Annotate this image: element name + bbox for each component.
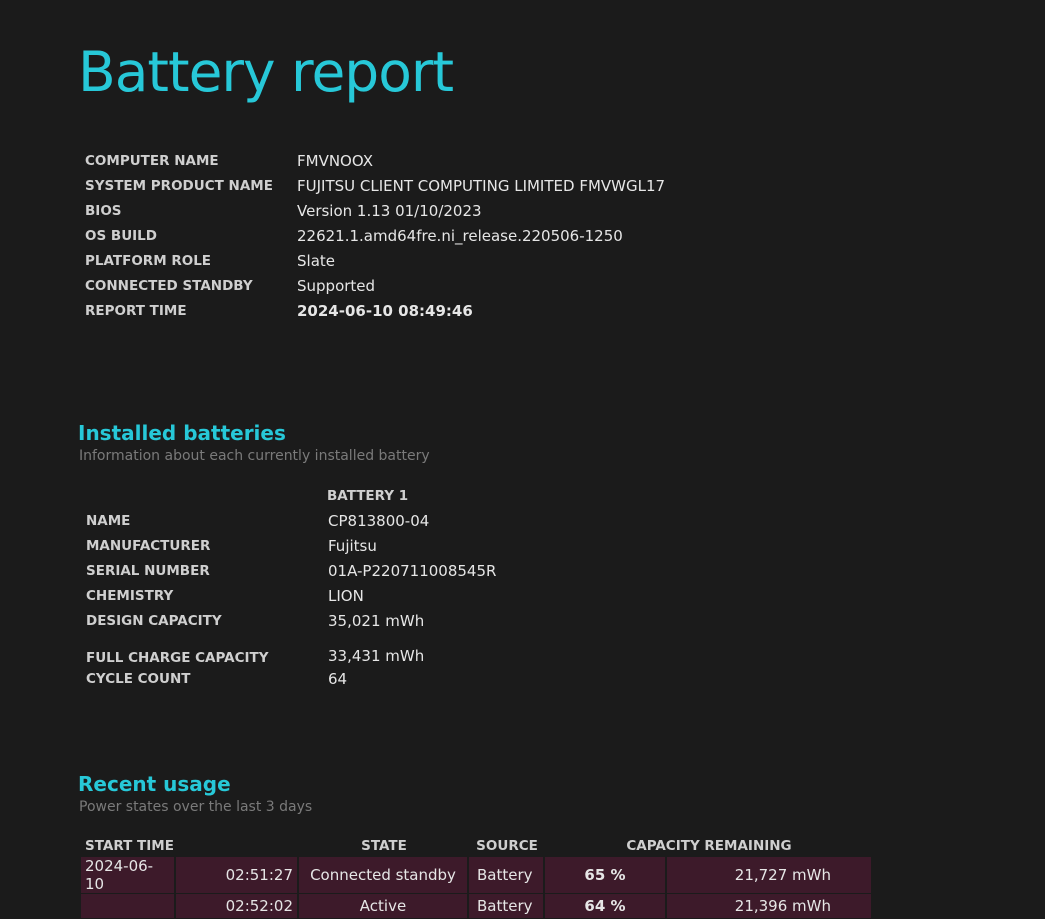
recent-usage-heading: Recent usage — [78, 772, 231, 796]
battery-table-corner — [86, 483, 327, 508]
battery-label: CHEMISTRY — [86, 587, 174, 604]
recent-usage-table: START TIME STATE SOURCE CAPACITY REMAINI… — [81, 835, 873, 919]
battery-column-header: BATTERY 1 — [327, 487, 409, 504]
system-info-value: Slate — [297, 251, 335, 270]
usage-percent: 64 % — [545, 894, 667, 919]
battery-row: MANUFACTURER Fujitsu — [86, 533, 497, 558]
usage-source: Battery — [469, 857, 545, 894]
battery-value: 64 — [328, 669, 348, 688]
system-info-row: SYSTEM PRODUCT NAME FUJITSU CLIENT COMPU… — [85, 173, 666, 198]
battery-value: CP813800-04 — [328, 511, 430, 530]
system-info-label: SYSTEM PRODUCT NAME — [85, 177, 273, 194]
battery-value: 33,431 mWh — [328, 647, 425, 665]
state-header: STATE — [361, 838, 407, 854]
report-time-value: 2024-06-10 08:49:46 — [297, 301, 473, 320]
battery-row: FULL CHARGE CAPACITY 33,431 mWh — [86, 633, 497, 666]
usage-state: Connected standby — [299, 857, 469, 894]
installed-batteries-table: BATTERY 1 NAME CP813800-04 MANUFACTURER … — [86, 483, 497, 691]
table-row: 02:52:02 Active Battery 64 % 21,396 mWh — [81, 894, 873, 919]
battery-row: NAME CP813800-04 — [86, 508, 497, 533]
system-info-row: OS BUILD 22621.1.amd64fre.ni_release.220… — [85, 223, 666, 248]
battery-label: CYCLE COUNT — [86, 670, 191, 687]
usage-time: 02:52:02 — [176, 894, 299, 919]
usage-state: Active — [299, 894, 469, 919]
system-info-value: Supported — [297, 276, 376, 295]
battery-value: Fujitsu — [328, 536, 377, 555]
battery-row: CHEMISTRY LION — [86, 583, 497, 608]
battery-row: DESIGN CAPACITY 35,021 mWh — [86, 608, 497, 633]
battery-value: LION — [328, 586, 364, 605]
system-info-label: REPORT TIME — [85, 302, 187, 319]
system-info-label: CONNECTED STANDBY — [85, 277, 253, 294]
usage-mwh: 21,727 mWh — [667, 857, 873, 894]
system-info-label: BIOS — [85, 202, 122, 219]
battery-row: CYCLE COUNT 64 — [86, 666, 497, 691]
installed-batteries-heading: Installed batteries — [78, 421, 286, 445]
usage-mwh: 21,396 mWh — [667, 894, 873, 919]
battery-label: NAME — [86, 512, 131, 529]
battery-label: FULL CHARGE CAPACITY — [86, 650, 269, 666]
battery-value: 01A-P220711008545R — [328, 561, 497, 580]
system-info-row: CONNECTED STANDBY Supported — [85, 273, 666, 298]
system-info-table: COMPUTER NAME FMVNOOX SYSTEM PRODUCT NAM… — [85, 148, 666, 323]
system-info-value: Version 1.13 01/10/2023 — [297, 201, 482, 220]
system-info-row: BIOS Version 1.13 01/10/2023 — [85, 198, 666, 223]
system-info-label: PLATFORM ROLE — [85, 252, 212, 269]
page-title: Battery report — [78, 40, 454, 104]
usage-percent: 65 % — [545, 857, 667, 894]
system-info-row: REPORT TIME 2024-06-10 08:49:46 — [85, 298, 666, 323]
system-info-row: PLATFORM ROLE Slate — [85, 248, 666, 273]
recent-usage-subtitle: Power states over the last 3 days — [79, 799, 313, 815]
system-info-value: FMVNOOX — [297, 151, 373, 170]
usage-date — [81, 894, 176, 919]
system-info-row: COMPUTER NAME FMVNOOX — [85, 148, 666, 173]
system-info-value: FUJITSU CLIENT COMPUTING LIMITED FMVWGL1… — [297, 176, 666, 195]
source-header: SOURCE — [476, 838, 538, 854]
system-info-label: OS BUILD — [85, 227, 157, 244]
installed-batteries-subtitle: Information about each currently install… — [79, 448, 430, 464]
system-info-value: 22621.1.amd64fre.ni_release.220506-1250 — [297, 226, 623, 245]
battery-label: DESIGN CAPACITY — [86, 612, 222, 629]
battery-value: 35,021 mWh — [328, 611, 425, 630]
battery-label: MANUFACTURER — [86, 537, 211, 554]
usage-time: 02:51:27 — [176, 857, 299, 894]
table-row: 2024-06-10 02:51:27 Connected standby Ba… — [81, 857, 873, 894]
battery-row: SERIAL NUMBER 01A-P220711008545R — [86, 558, 497, 583]
start-time-header: START TIME — [85, 838, 174, 854]
system-info-label: COMPUTER NAME — [85, 152, 219, 169]
usage-source: Battery — [469, 894, 545, 919]
capacity-header: CAPACITY REMAINING — [626, 838, 792, 854]
battery-label: SERIAL NUMBER — [86, 562, 210, 579]
usage-date: 2024-06-10 — [81, 857, 176, 894]
